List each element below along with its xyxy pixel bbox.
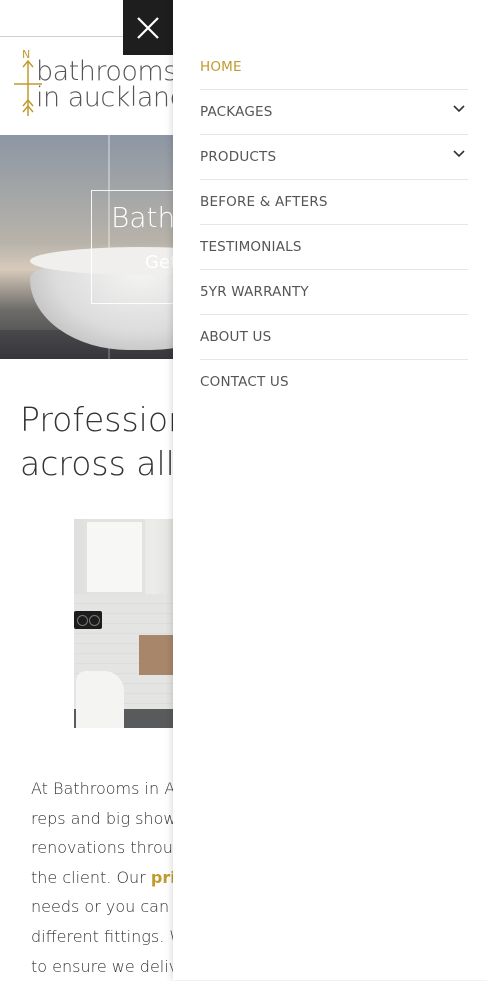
menu-item-contact-us[interactable]: CONTACT US (200, 360, 468, 404)
menu-drawer: HOME PACKAGES PRODUCTS BEFORE & AFTERS T… (173, 0, 490, 980)
svg-text:N: N (22, 48, 30, 61)
menu-item-testimonials[interactable]: TESTIMONIALS (200, 225, 468, 270)
body-line-4: the client. Our (31, 867, 151, 887)
menu-item-about-us[interactable]: ABOUT US (200, 315, 468, 360)
menu-item-label: 5YR WARRANTY (200, 284, 309, 300)
flush-plate (74, 611, 102, 629)
menu-item-products[interactable]: PRODUCTS (200, 135, 468, 180)
menu-item-label: PRODUCTS (200, 149, 277, 165)
close-icon (137, 16, 159, 39)
menu-item-label: HOME (200, 59, 242, 75)
body-line-5: needs or you can (31, 897, 175, 917)
menu-item-label: BEFORE & AFTERS (200, 194, 328, 210)
chevron-down-icon[interactable] (452, 147, 466, 161)
menu-item-label: PACKAGES (200, 104, 273, 120)
chevron-down-icon[interactable] (452, 102, 466, 116)
logo-text-in-auckland: in auckland (36, 82, 187, 113)
menu-item-label: TESTIMONIALS (200, 239, 302, 255)
site-logo[interactable]: N bathrooms in auckland (12, 46, 187, 118)
bathroom-window (84, 519, 145, 595)
menu-item-warranty[interactable]: 5YR WARRANTY (200, 270, 468, 315)
toilet (76, 671, 124, 728)
menu-item-before-afters[interactable]: BEFORE & AFTERS (200, 180, 468, 225)
main-menu: HOME PACKAGES PRODUCTS BEFORE & AFTERS T… (200, 45, 468, 404)
menu-item-label: CONTACT US (200, 374, 289, 390)
close-menu-button[interactable] (123, 0, 173, 55)
menu-item-label: ABOUT US (200, 329, 272, 345)
logo-text-bathrooms: bathrooms (36, 56, 177, 87)
menu-item-home[interactable]: HOME (200, 45, 468, 90)
menu-item-packages[interactable]: PACKAGES (200, 90, 468, 135)
